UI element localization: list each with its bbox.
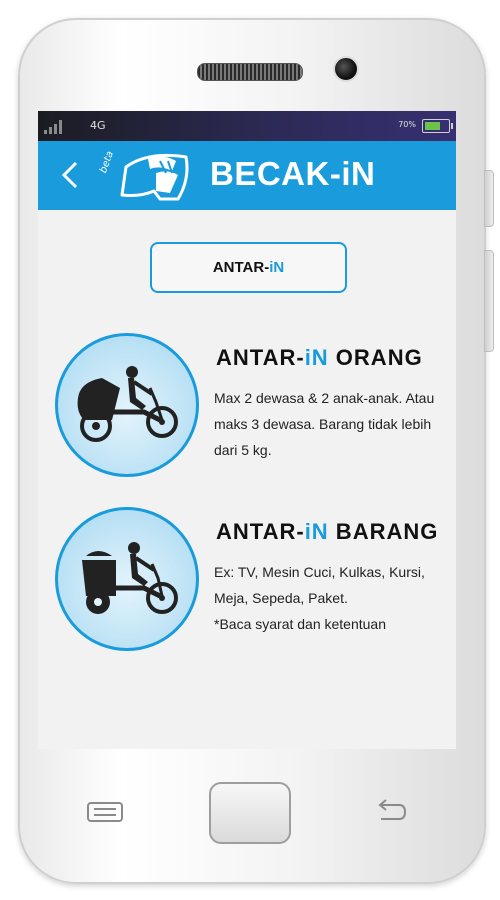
becak-logo-icon: [100, 149, 196, 205]
tab-label-prefix: ANTAR-: [212, 259, 270, 276]
desc-line: Ex: TV, Mesin Cuci, Kulkas, Kursi,: [214, 564, 425, 580]
card-desc-barang: Ex: TV, Mesin Cuci, Kulkas, Kursi, Meja,…: [214, 559, 444, 637]
app-bar: beta BECAK-iN: [38, 141, 456, 210]
battery-percent: 70%: [398, 120, 416, 129]
becak-cargo-icon[interactable]: [55, 507, 199, 651]
status-bar: 4G 70%: [38, 111, 456, 141]
desc-line: maks 3 dewasa. Barang tidak lebih: [214, 416, 432, 432]
power-button[interactable]: [484, 250, 494, 352]
tab-antar-in[interactable]: ANTAR-iN: [150, 242, 347, 293]
battery-icon: [422, 119, 453, 133]
becak-passenger-icon[interactable]: [55, 333, 199, 477]
front-camera: [333, 56, 359, 82]
menu-icon[interactable]: [86, 801, 124, 823]
volume-button[interactable]: [484, 170, 494, 227]
home-button[interactable]: [209, 782, 291, 844]
desc-line: *Baca syarat dan ketentuan: [214, 616, 387, 632]
desc-line: dari 5 kg.: [214, 442, 272, 458]
battery-fill: [425, 122, 440, 130]
card-title-orang: ANTAR-iN ORANG: [216, 345, 423, 370]
card-desc-orang: Max 2 dewasa & 2 anak-anak. Atau maks 3 …: [214, 385, 444, 463]
network-type: 4G: [90, 119, 106, 132]
tab-label-highlight: iN: [269, 259, 285, 276]
desc-line: Meja, Sepeda, Paket.: [214, 590, 348, 606]
back-icon[interactable]: [56, 155, 90, 195]
screen: 4G 70% beta BECAK-iN ANTAR-iN ANTAR-iN O…: [38, 111, 456, 749]
card-title-barang: ANTAR-iN BARANG: [216, 519, 439, 544]
speaker-grill: [197, 63, 303, 81]
desc-line: Max 2 dewasa & 2 anak-anak. Atau: [214, 390, 435, 406]
app-title: BECAK-iN: [210, 155, 376, 192]
back-nav-icon[interactable]: [373, 797, 409, 825]
